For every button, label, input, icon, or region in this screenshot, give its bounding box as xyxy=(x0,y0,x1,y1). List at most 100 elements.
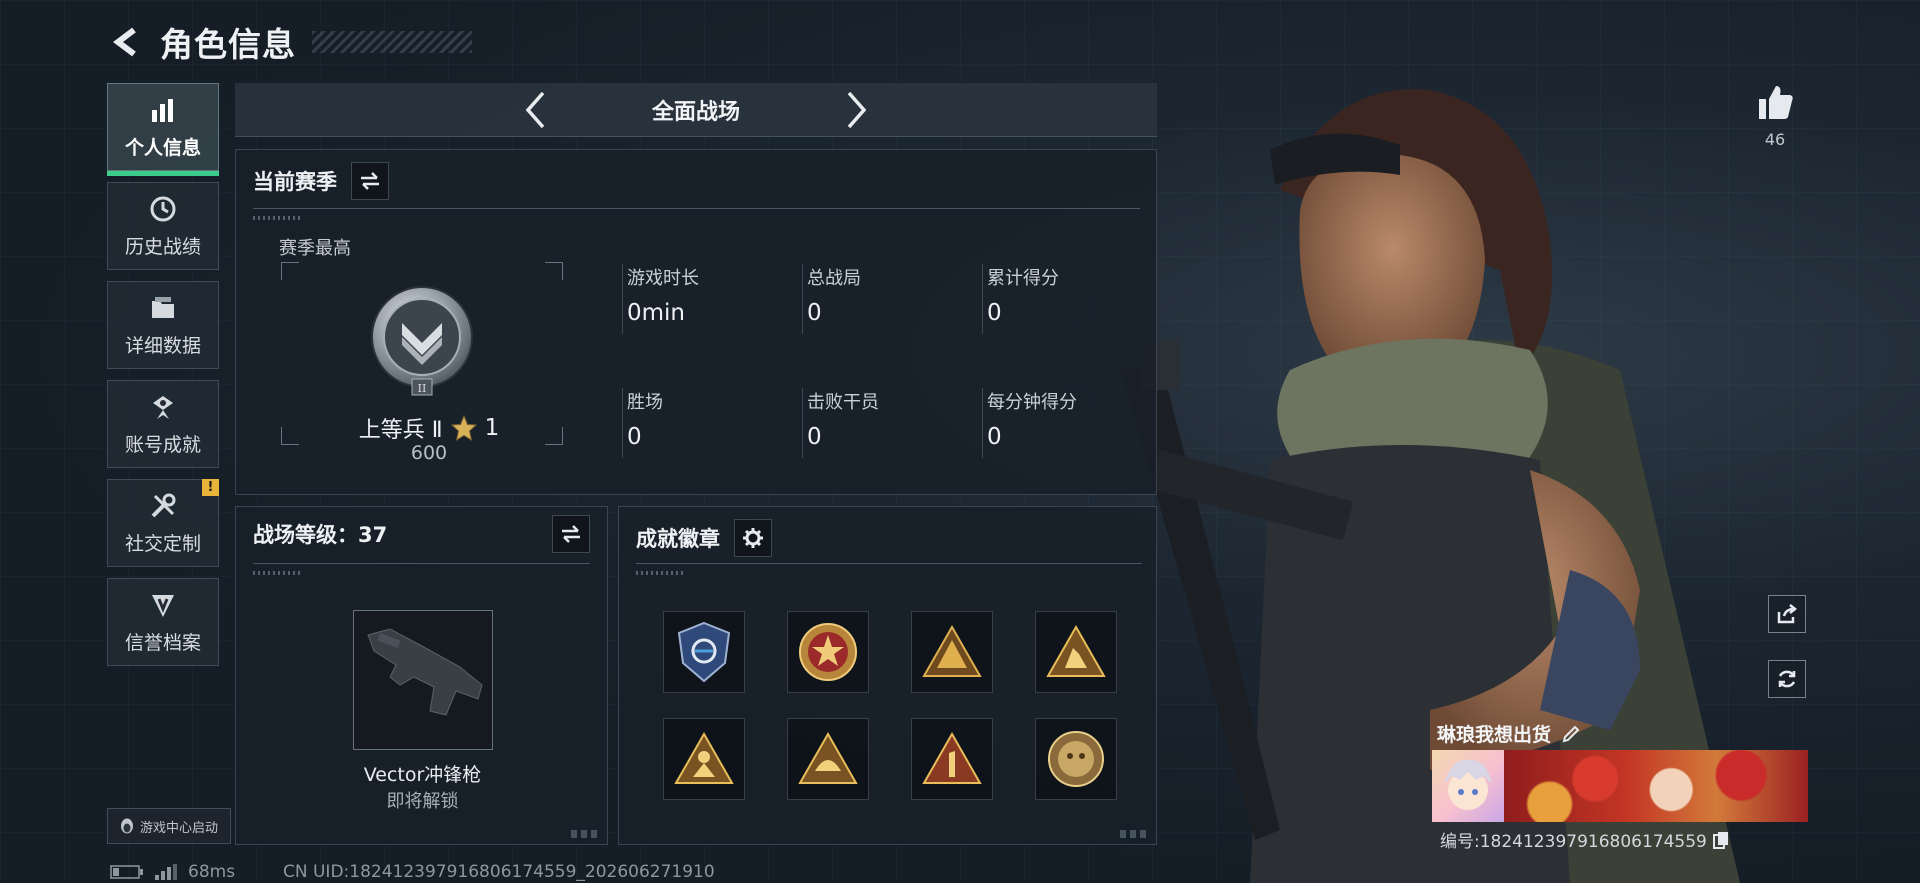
weapon-name: Vector冲锋枪 xyxy=(363,764,482,786)
svg-text:II: II xyxy=(418,382,427,395)
like-button[interactable] xyxy=(1753,80,1797,124)
triangle-badge-icon xyxy=(922,624,982,677)
triangle-number-one-badge-icon xyxy=(922,731,982,784)
badge-4[interactable] xyxy=(1035,611,1117,693)
signal-icon xyxy=(155,864,177,880)
stat-value: 0 xyxy=(807,300,822,326)
stat-label: 游戏时长 xyxy=(627,268,699,289)
badge-1[interactable] xyxy=(663,611,745,693)
level-title: 战场等级：37 xyxy=(253,523,388,547)
stat-label: 击败干员 xyxy=(807,392,879,413)
smg-weapon-icon xyxy=(367,628,483,716)
season-title: 当前赛季 xyxy=(253,170,337,194)
back-button[interactable] xyxy=(108,23,146,61)
swap-icon xyxy=(562,525,580,543)
stat-operators-defeated: 击败干员 0 xyxy=(802,388,972,458)
chevron-left-icon xyxy=(525,91,545,128)
nav-item-social-custom[interactable]: ! 社交定制 xyxy=(107,479,219,567)
mode-prev-button[interactable] xyxy=(516,90,556,130)
corner-decoration xyxy=(1120,830,1148,838)
level-switch-button[interactable] xyxy=(552,515,590,553)
triangle-soldier-badge-icon xyxy=(1046,624,1106,677)
swap-icon xyxy=(361,172,379,190)
season-panel-header: 当前赛季 xyxy=(253,162,389,200)
refresh-button[interactable] xyxy=(1768,660,1806,698)
nav-label: 个人信息 xyxy=(124,136,201,159)
mode-label: 全面战场 xyxy=(651,99,740,125)
bar-chart-icon xyxy=(148,95,178,125)
corner-decoration xyxy=(571,830,599,838)
nav-label: 账号成就 xyxy=(124,433,201,456)
stat-score-per-minute: 每分钟得分 0 xyxy=(982,388,1152,458)
game-center-launch-button[interactable]: 游戏中心启动 xyxy=(107,808,231,844)
page-title: 角色信息 xyxy=(160,25,296,64)
nav-item-credit-record[interactable]: 信誉档案 xyxy=(107,578,219,666)
shield-badge-icon xyxy=(677,621,731,683)
stat-label: 累计得分 xyxy=(987,268,1059,289)
stat-total-score: 累计得分 0 xyxy=(982,264,1152,334)
edit-pencil-icon[interactable] xyxy=(1561,724,1581,744)
badge-settings-button[interactable] xyxy=(734,519,772,557)
rank-score: 600 xyxy=(410,442,448,464)
battery-icon xyxy=(110,865,143,879)
player-id: 编号:18241239791680617455​9 xyxy=(1440,832,1707,852)
rank-emblem-icon: II xyxy=(371,286,473,396)
divider xyxy=(253,563,590,564)
triangle-figure-badge-icon xyxy=(674,731,734,784)
badge-6[interactable] xyxy=(787,718,869,800)
badge-8[interactable] xyxy=(1035,718,1117,800)
divider xyxy=(636,563,1142,564)
status-bar: 68ms xyxy=(110,862,235,882)
stat-value: 0 xyxy=(807,424,822,450)
shield-icon xyxy=(148,590,178,620)
name-card-banner xyxy=(1504,750,1808,822)
triangle-helmet-badge-icon xyxy=(798,731,858,784)
nav-item-match-history[interactable]: 历史战绩 xyxy=(107,182,219,270)
nav-item-detailed-data[interactable]: 详细数据 xyxy=(107,281,219,369)
player-name: 琳琅我想出货 xyxy=(1437,724,1552,746)
stat-play-time: 游戏时长 0min xyxy=(622,264,792,334)
divider-ticks xyxy=(636,571,686,575)
clock-icon xyxy=(148,194,178,224)
stat-value: 0 xyxy=(987,300,1002,326)
season-switch-button[interactable] xyxy=(351,162,389,200)
thumbs-up-icon xyxy=(1759,86,1793,119)
level-panel-header: 战场等级：37 xyxy=(253,519,387,549)
share-button[interactable] xyxy=(1768,595,1806,633)
badge-5[interactable] xyxy=(663,718,745,800)
nav-label: 社交定制 xyxy=(124,532,201,555)
nav-label: 信誉档案 xyxy=(124,631,201,654)
copy-icon[interactable] xyxy=(1712,831,1729,849)
divider-ticks xyxy=(253,216,303,220)
player-avatar xyxy=(1432,750,1504,822)
nav-item-personal-info[interactable]: 个人信息 xyxy=(107,83,219,176)
rank-star-count: 1 xyxy=(484,415,500,441)
chevron-right-icon xyxy=(847,91,867,128)
mode-next-button[interactable] xyxy=(836,90,876,130)
stat-value: 0min xyxy=(627,300,686,326)
rank-name: 上等兵 Ⅱ xyxy=(358,418,443,443)
weapon-card[interactable] xyxy=(353,610,493,750)
header: 角色信息 xyxy=(108,18,472,66)
nav-label: 历史战绩 xyxy=(124,235,201,258)
stat-wins: 胜场 0 xyxy=(622,388,792,458)
title-decoration xyxy=(312,31,472,53)
side-nav: 个人信息 历史战绩 详细数据 账号成就 ! 社交定制 信誉档案 xyxy=(107,83,221,677)
rank-name-row: 上等兵 Ⅱ 1 xyxy=(236,412,606,444)
badge-3[interactable] xyxy=(911,611,993,693)
ping-value: 68ms xyxy=(188,862,236,882)
stat-value: 0 xyxy=(627,424,642,450)
back-arrow-icon xyxy=(113,27,136,57)
folder-icon xyxy=(148,293,178,323)
badge-7[interactable] xyxy=(911,718,993,800)
season-best-label: 赛季最高 xyxy=(279,238,351,259)
stat-label: 胜场 xyxy=(627,392,663,413)
share-icon xyxy=(1777,604,1798,624)
star-medal-icon xyxy=(799,623,857,681)
nav-item-account-achievements[interactable]: 账号成就 xyxy=(107,380,219,468)
player-name-row: 琳琅我想出货 xyxy=(1437,720,1581,747)
badge-2[interactable] xyxy=(787,611,869,693)
achievement-icon xyxy=(148,392,178,422)
name-card[interactable] xyxy=(1432,750,1808,822)
battlefield-level-panel: 战场等级：37 Vector冲锋枪 即将解锁 xyxy=(235,506,608,845)
